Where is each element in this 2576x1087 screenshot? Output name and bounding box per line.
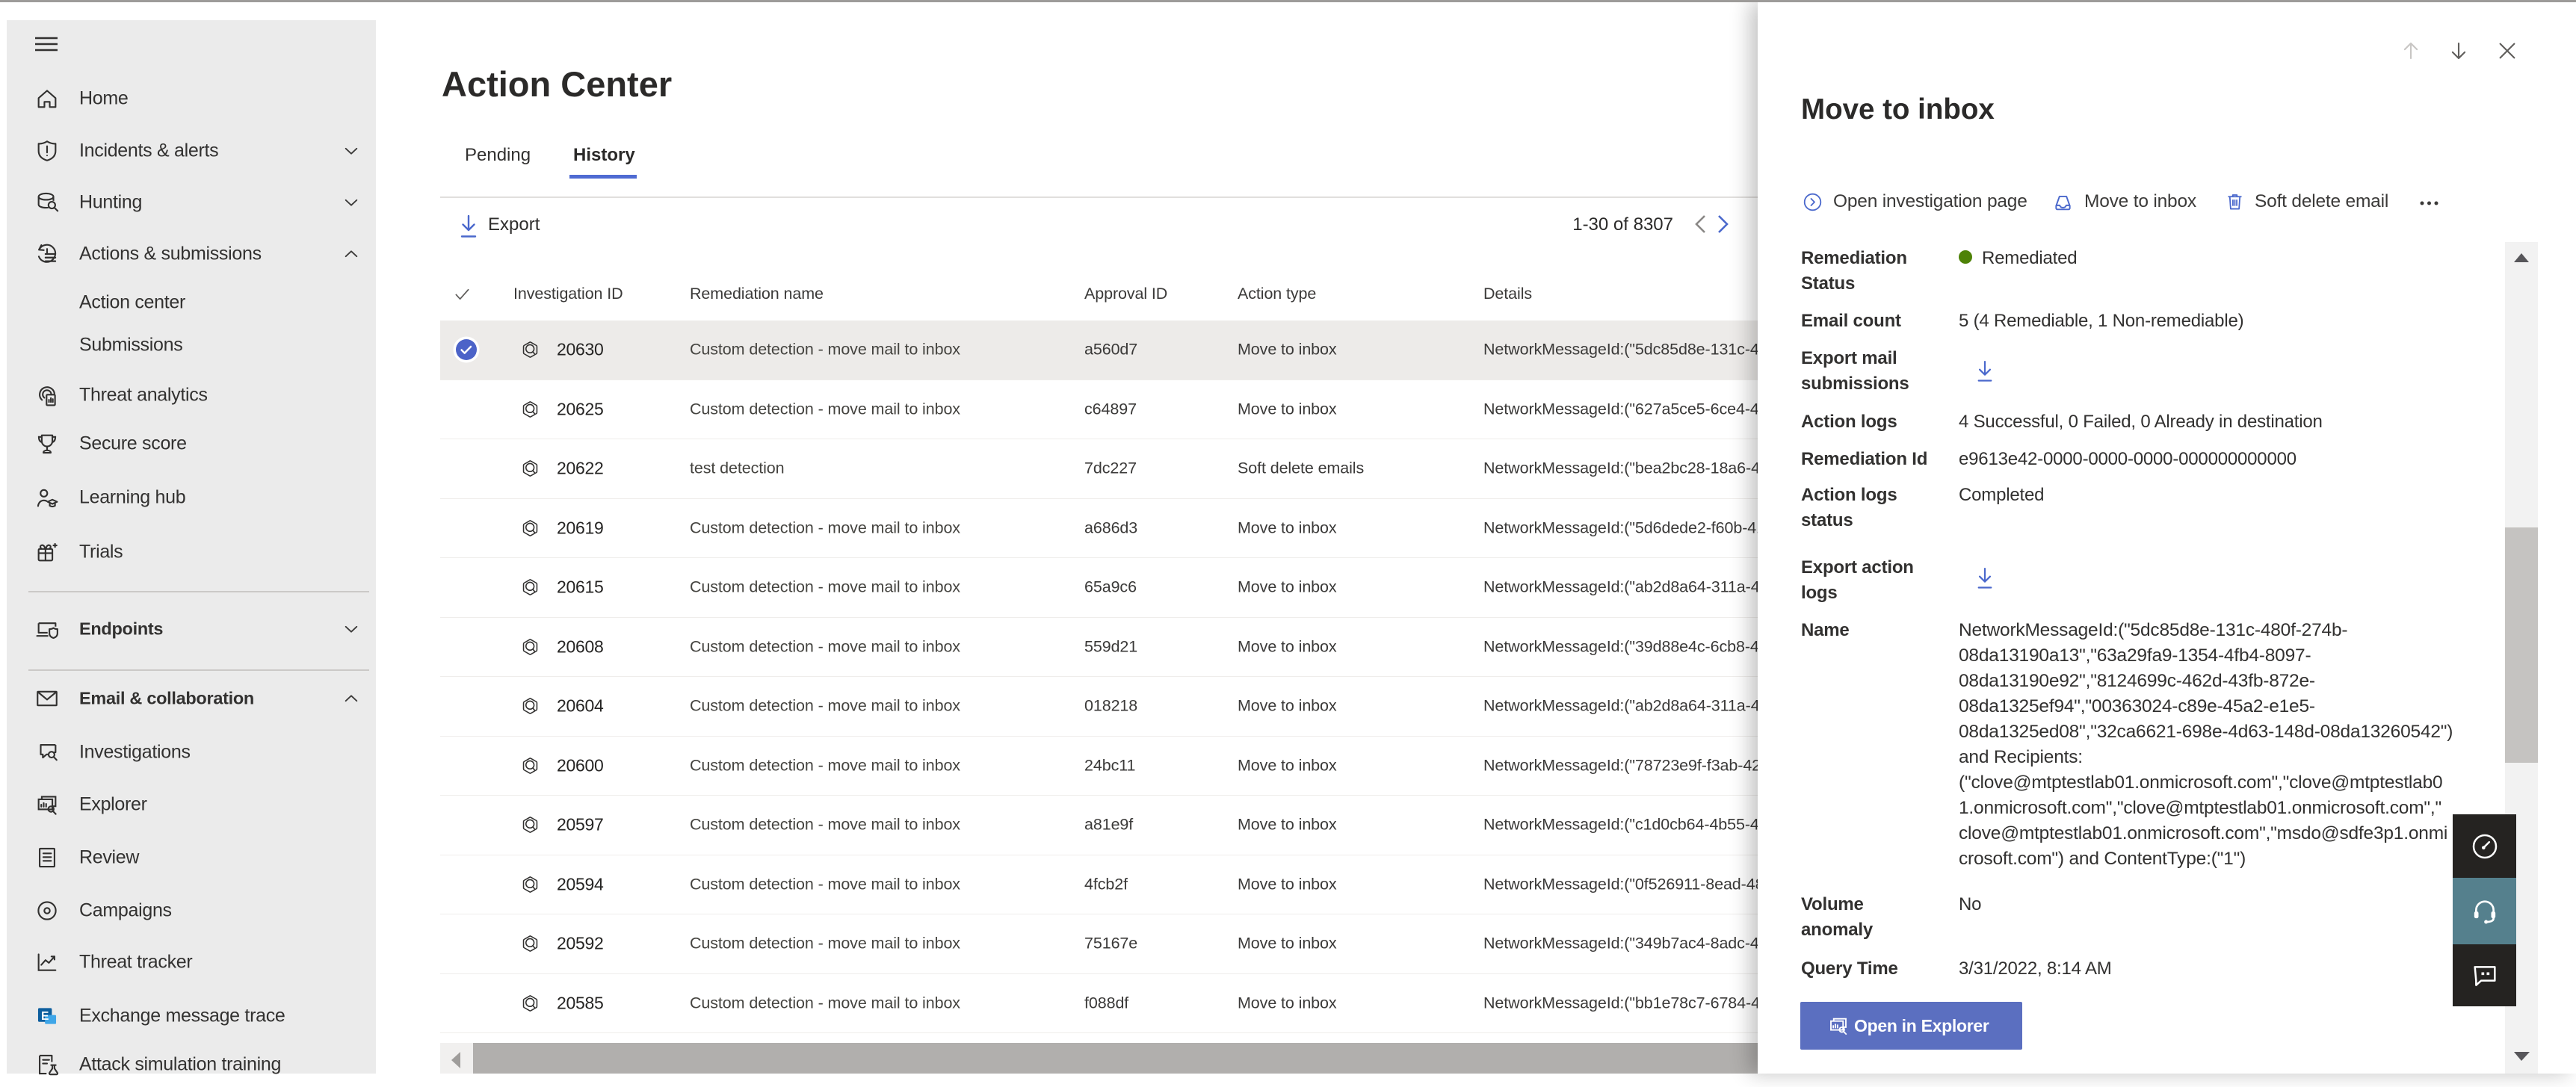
- svg-text:E: E: [41, 1010, 49, 1023]
